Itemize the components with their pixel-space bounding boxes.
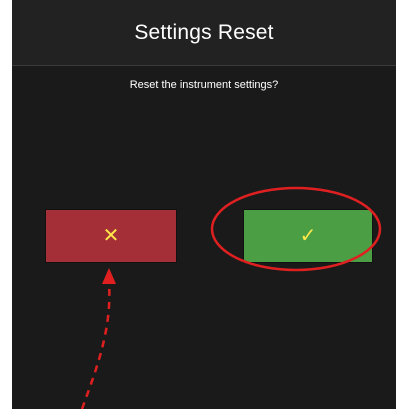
cancel-button[interactable]: ✕ [46, 210, 176, 262]
settings-reset-dialog: Settings Reset Reset the instrument sett… [12, 0, 396, 409]
dialog-header: Settings Reset [12, 0, 396, 66]
close-icon: ✕ [102, 225, 120, 247]
dialog-message: Reset the instrument settings? [129, 79, 279, 91]
check-icon: ✓ [299, 225, 317, 247]
dialog-title: Settings Reset [134, 20, 274, 44]
confirm-button[interactable]: ✓ [244, 210, 372, 262]
